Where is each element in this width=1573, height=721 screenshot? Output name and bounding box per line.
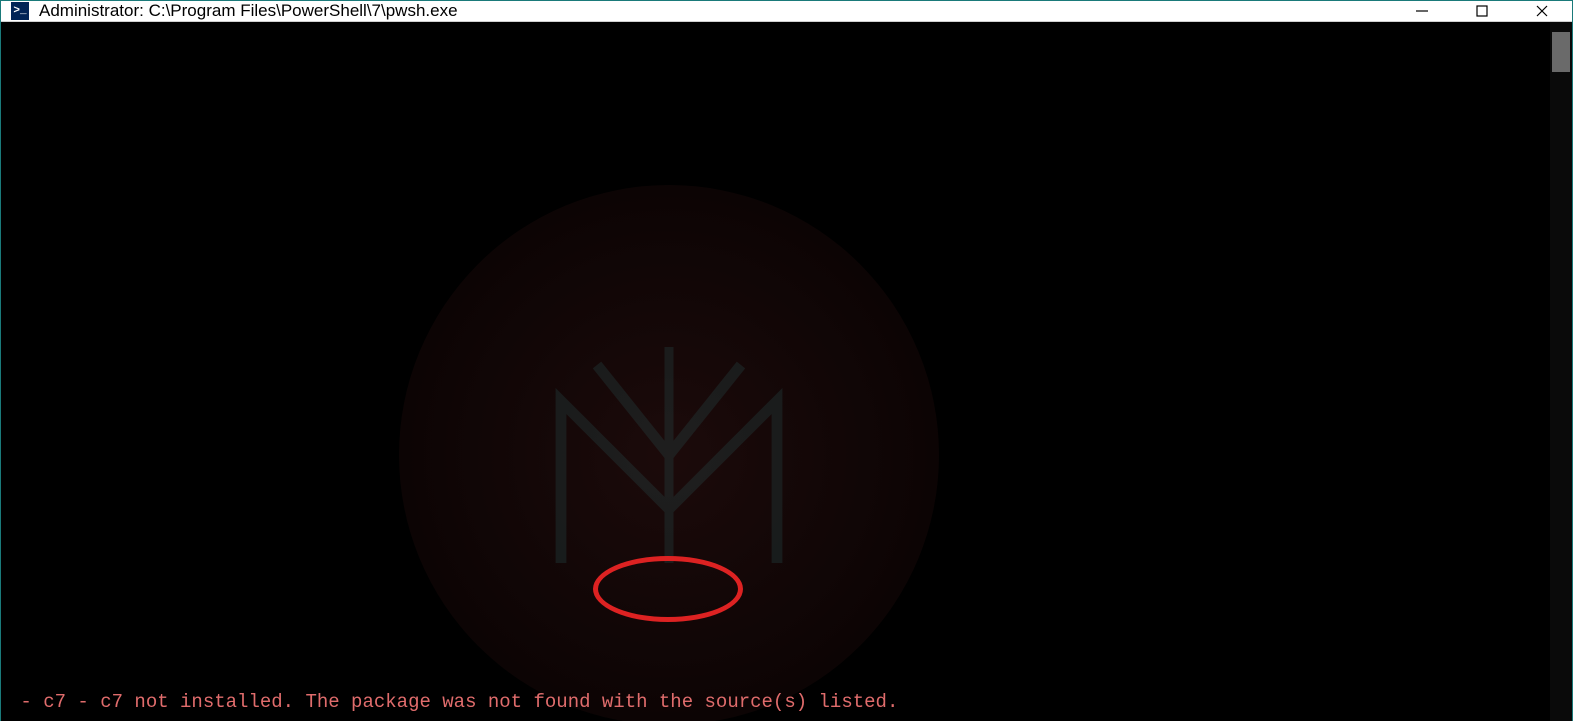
close-button[interactable] <box>1512 1 1572 21</box>
titlebar[interactable]: >_ Administrator: C:\Program Files\Power… <box>1 1 1572 22</box>
watermark-logo <box>399 185 939 721</box>
minimize-button[interactable] <box>1392 1 1452 21</box>
window-title: Administrator: C:\Program Files\PowerShe… <box>39 1 458 21</box>
close-icon <box>1535 4 1549 18</box>
error-output: - c7 - c7 not installed. The package was… <box>9 688 1542 721</box>
powershell-window: >_ Administrator: C:\Program Files\Power… <box>0 0 1573 721</box>
titlebar-left: >_ Administrator: C:\Program Files\Power… <box>1 1 458 21</box>
minimize-icon <box>1415 4 1429 18</box>
powershell-icon: >_ <box>11 2 29 20</box>
annotation-ellipse <box>593 556 743 622</box>
maximize-button[interactable] <box>1452 1 1512 21</box>
terminal-area: - c7 - c7 not installed. The package was… <box>1 22 1572 721</box>
scrollbar-thumb[interactable] <box>1552 32 1570 72</box>
window-controls <box>1392 1 1572 21</box>
vertical-scrollbar[interactable] <box>1550 22 1572 721</box>
maximize-icon <box>1475 4 1489 18</box>
terminal-output[interactable]: - c7 - c7 not installed. The package was… <box>1 22 1550 721</box>
